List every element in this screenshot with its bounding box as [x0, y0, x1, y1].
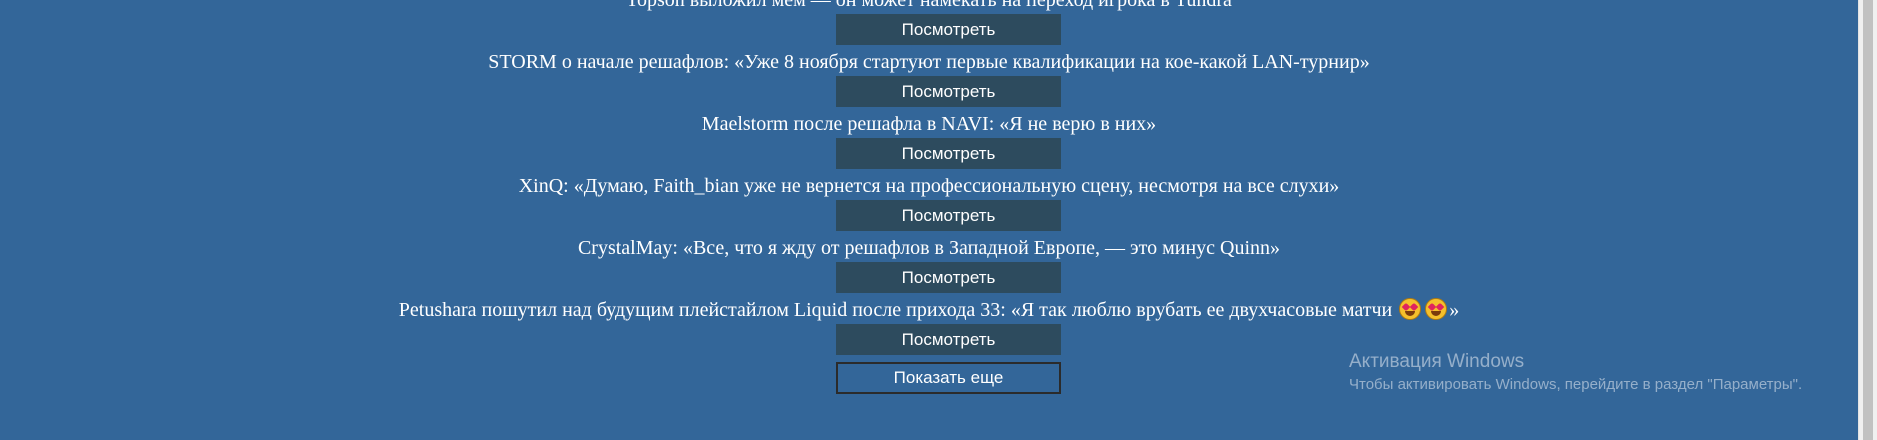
- news-headline: STORM о начале решафлов: «Уже 8 ноября с…: [488, 51, 1370, 73]
- view-button[interactable]: Посмотреть: [836, 324, 1061, 355]
- news-headline: Topson выложил мем — он может намекать н…: [626, 0, 1232, 11]
- view-button[interactable]: Посмотреть: [836, 262, 1061, 293]
- news-item: STORM о начале решафлов: «Уже 8 ноября с…: [0, 49, 1858, 111]
- news-headline: CrystalMay: «Все, что я жду от решафлов …: [577, 237, 1281, 259]
- view-button[interactable]: Посмотреть: [836, 76, 1061, 107]
- star-struck-emoji-icon: [1399, 298, 1422, 320]
- news-headline-end: »: [1449, 299, 1460, 321]
- news-headline: Maelstorm после решафла в NAVI: «Я не ве…: [701, 113, 1157, 135]
- news-headline-text: Petushara пошутил над будущим плейстайло…: [398, 299, 1393, 321]
- windows-activation-watermark: Активация Windows Чтобы активировать Win…: [1349, 350, 1802, 396]
- view-button[interactable]: Посмотреть: [836, 138, 1061, 169]
- view-button[interactable]: Посмотреть: [836, 200, 1061, 231]
- load-more-button[interactable]: Показать еще: [836, 362, 1061, 394]
- view-button[interactable]: Посмотреть: [836, 14, 1061, 45]
- vertical-scrollbar[interactable]: [1858, 0, 1877, 440]
- news-headline: Petushara пошутил над будущим плейстайло…: [0, 297, 1858, 323]
- news-item: Maelstorm после решафла в NAVI: «Я не ве…: [0, 111, 1858, 173]
- scrollbar-thumb[interactable]: [1863, 0, 1873, 440]
- watermark-title: Активация Windows: [1349, 351, 1525, 372]
- news-item: XinQ: «Думаю, Faith_bian уже не вернется…: [0, 173, 1858, 235]
- news-headline: XinQ: «Думаю, Faith_bian уже не вернется…: [518, 175, 1340, 197]
- news-item: Topson выложил мем — он может намекать н…: [0, 0, 1858, 49]
- watermark-subtitle: Чтобы активировать Windows, перейдите в …: [1349, 376, 1803, 393]
- news-item: CrystalMay: «Все, что я жду от решафлов …: [0, 235, 1858, 297]
- star-struck-emoji-icon: [1425, 298, 1448, 320]
